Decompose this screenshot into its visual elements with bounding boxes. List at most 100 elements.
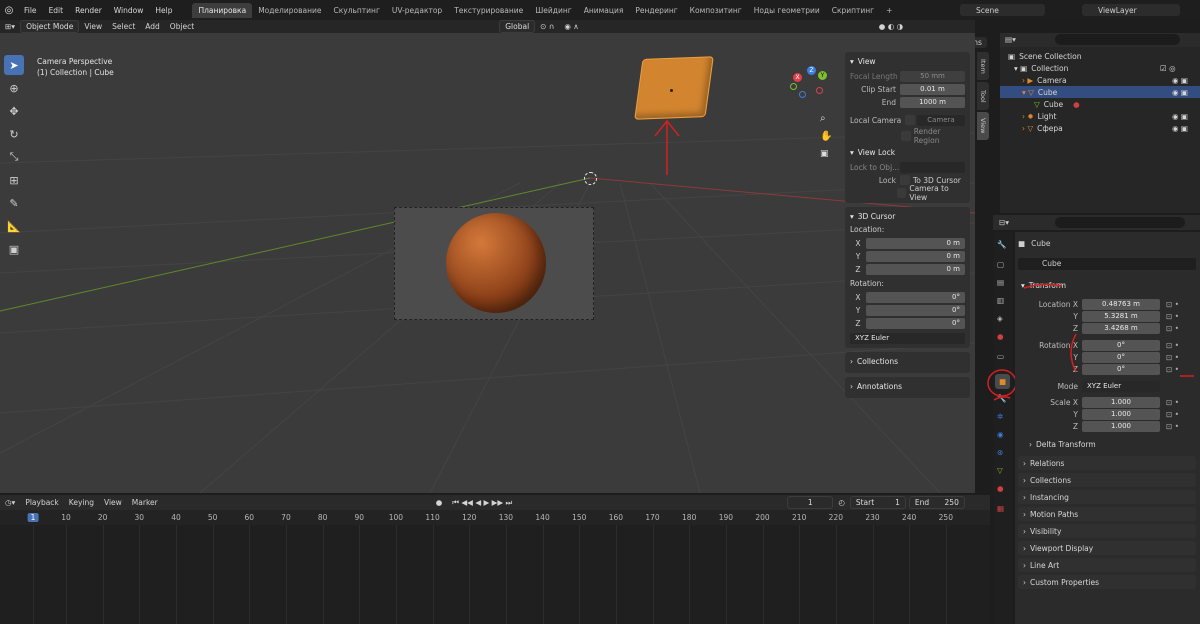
- menu-render[interactable]: Render: [69, 6, 108, 15]
- menu-help[interactable]: Help: [149, 6, 178, 15]
- light-visibility-icon[interactable]: ◉ ▣: [1172, 112, 1188, 121]
- playback-menu[interactable]: Playback: [20, 498, 63, 507]
- visibility-section[interactable]: › Visibility: [1018, 524, 1196, 538]
- snap-icon[interactable]: ⊙ ∩: [535, 22, 559, 31]
- workspace-tab-layout[interactable]: Планировка: [192, 2, 253, 18]
- gizmo-y[interactable]: Y: [818, 71, 827, 80]
- collections-section[interactable]: › Collections: [845, 352, 970, 373]
- 3d-viewport[interactable]: Camera Perspective (1) Collection | Cube…: [0, 33, 975, 493]
- outliner-cube-mesh[interactable]: ▽ Cube ●: [1000, 98, 1200, 110]
- cursor-rotation-mode-dropdown[interactable]: XYZ Euler: [850, 332, 965, 344]
- playback-controls-icon[interactable]: ⏮ ◀◀ ◀ ▶ ▶▶ ⏭: [447, 498, 517, 508]
- scale-y-lock-icon[interactable]: ⊡ •: [1166, 410, 1179, 419]
- end-frame-field[interactable]: End 250: [908, 496, 965, 509]
- render-region-checkbox[interactable]: [901, 131, 911, 141]
- tab-item[interactable]: Item: [977, 52, 989, 80]
- select-tool-icon[interactable]: ➤: [4, 55, 24, 75]
- gizmo-neg-z[interactable]: [799, 91, 806, 98]
- object-menu[interactable]: Object: [165, 22, 199, 31]
- tool-tab-icon[interactable]: 🔧: [997, 240, 1006, 249]
- current-frame-field[interactable]: 1: [787, 496, 834, 509]
- scale-y-field[interactable]: 1.000: [1082, 408, 1160, 420]
- view-layer-selector[interactable]: ViewLayer: [1082, 4, 1180, 16]
- annotations-section[interactable]: › Annotations: [845, 377, 970, 398]
- line-art-section[interactable]: › Line Art: [1018, 558, 1196, 572]
- motion-paths-section[interactable]: › Motion Paths: [1018, 507, 1196, 521]
- camera-to-view-checkbox[interactable]: [897, 188, 907, 198]
- cursor-z-field[interactable]: 0 m: [866, 263, 965, 275]
- annotate-tool-icon[interactable]: ✎: [4, 193, 24, 213]
- outliner-sphere[interactable]: › ▽ Сфера ◉ ▣: [1000, 122, 1200, 134]
- cursor-rot-x-field[interactable]: 0°: [866, 291, 965, 303]
- transform-tool-icon[interactable]: ⊞: [4, 170, 24, 190]
- navigation-gizmo[interactable]: Z Y X: [788, 61, 836, 109]
- camera-visibility-icon[interactable]: ◉ ▣: [1172, 76, 1188, 85]
- outliner-editor-icon[interactable]: ▤▾: [1005, 35, 1016, 44]
- view-section-title[interactable]: View: [858, 57, 876, 66]
- editor-type-icon[interactable]: ⊞▾: [0, 22, 20, 31]
- cursor-x-field[interactable]: 0 m: [866, 237, 965, 249]
- add-menu[interactable]: Add: [140, 22, 165, 31]
- view-lock-title[interactable]: View Lock: [858, 148, 895, 157]
- collection-tab-icon[interactable]: ▭: [997, 352, 1004, 361]
- outliner-collection[interactable]: ▾ ▣ Collection ☑ ◎: [1000, 62, 1200, 74]
- custom-properties-section[interactable]: › Custom Properties: [1018, 575, 1196, 589]
- zoom-icon[interactable]: ⌕: [820, 113, 832, 125]
- workspace-tab-rendering[interactable]: Рендеринг: [629, 3, 683, 18]
- add-cube-tool-icon[interactable]: ▣: [4, 239, 24, 259]
- gizmo-neg-x[interactable]: [816, 87, 823, 94]
- material-tab-icon[interactable]: ●: [997, 484, 1004, 493]
- view-layer-tab-icon[interactable]: ▥: [997, 296, 1004, 305]
- scene-selector[interactable]: Scene: [960, 4, 1045, 16]
- world-tab-icon[interactable]: ●: [997, 332, 1004, 341]
- local-camera-checkbox[interactable]: [905, 115, 915, 125]
- menu-file[interactable]: File: [18, 6, 43, 15]
- mode-dropdown[interactable]: Object Mode: [20, 20, 80, 33]
- gizmo-neg-y[interactable]: [790, 83, 797, 90]
- workspace-tab-shading[interactable]: Шейдинг: [529, 3, 577, 18]
- workspace-tab-compositing[interactable]: Композитинг: [684, 3, 748, 18]
- output-tab-icon[interactable]: ▤: [997, 278, 1004, 287]
- proportional-edit-icon[interactable]: ◉ ∧: [559, 22, 583, 31]
- instancing-section[interactable]: › Instancing: [1018, 490, 1196, 504]
- outliner-light[interactable]: › ✹ Light ◉ ▣: [1000, 110, 1200, 122]
- blender-logo-icon[interactable]: ◎: [0, 5, 18, 16]
- select-menu[interactable]: Select: [107, 22, 140, 31]
- workspace-tab-texture[interactable]: Текстурирование: [448, 3, 529, 18]
- workspace-tab-scripting[interactable]: Скриптинг: [826, 3, 880, 18]
- scale-x-lock-icon[interactable]: ⊡ •: [1166, 398, 1179, 407]
- workspace-tab-modeling[interactable]: Моделирование: [252, 3, 327, 18]
- tab-view[interactable]: View: [977, 112, 989, 140]
- constraints-tab-icon[interactable]: ⊛: [997, 448, 1003, 457]
- scene-tab-icon[interactable]: ◈: [997, 314, 1003, 323]
- timeline-editor-icon[interactable]: ◷▾: [0, 498, 20, 507]
- timer-icon[interactable]: ◴: [833, 498, 850, 507]
- scale-tool-icon[interactable]: ⤡: [4, 147, 24, 167]
- lock-to-object-field[interactable]: [900, 161, 965, 173]
- outliner-cube[interactable]: ▾ ▽ Cube ◉ ▣: [1000, 86, 1200, 98]
- outliner-scene-collection[interactable]: ▣ Scene Collection: [1000, 50, 1200, 62]
- menu-edit[interactable]: Edit: [43, 6, 70, 15]
- keying-menu[interactable]: Keying: [64, 498, 99, 507]
- view-menu[interactable]: View: [79, 22, 107, 31]
- sphere-object[interactable]: [446, 213, 546, 313]
- cursor-y-field[interactable]: 0 m: [866, 250, 965, 262]
- cursor-rot-z-field[interactable]: 0°: [866, 317, 965, 329]
- texture-tab-icon[interactable]: ▦: [997, 504, 1004, 513]
- viewport-display-section[interactable]: › Viewport Display: [1018, 541, 1196, 555]
- 3d-cursor-title[interactable]: 3D Cursor: [858, 212, 896, 221]
- relations-section[interactable]: › Relations: [1018, 456, 1196, 470]
- gizmo-x[interactable]: X: [793, 73, 802, 82]
- delta-transform-header[interactable]: › Delta Transform: [1029, 440, 1096, 449]
- outliner-search-input[interactable]: [1055, 34, 1180, 45]
- object-name-field[interactable]: Cube: [1018, 258, 1196, 270]
- scale-x-field[interactable]: 1.000: [1082, 396, 1160, 408]
- properties-search-input[interactable]: [1055, 217, 1185, 228]
- timeline-view-menu[interactable]: View: [99, 498, 127, 507]
- pan-hand-icon[interactable]: ✋: [820, 131, 832, 143]
- timeline-ruler[interactable]: 1 10 20 30 40 50 60 70 80 90 100 110 120 130 140 150 160…: [0, 510, 990, 525]
- shading-solid-icon[interactable]: ● ◐ ◑: [874, 22, 908, 31]
- scale-z-lock-icon[interactable]: ⊡ •: [1166, 422, 1179, 431]
- workspace-tab-uv[interactable]: UV-редактор: [386, 3, 448, 18]
- properties-editor-icon[interactable]: ⊟▾: [999, 218, 1009, 227]
